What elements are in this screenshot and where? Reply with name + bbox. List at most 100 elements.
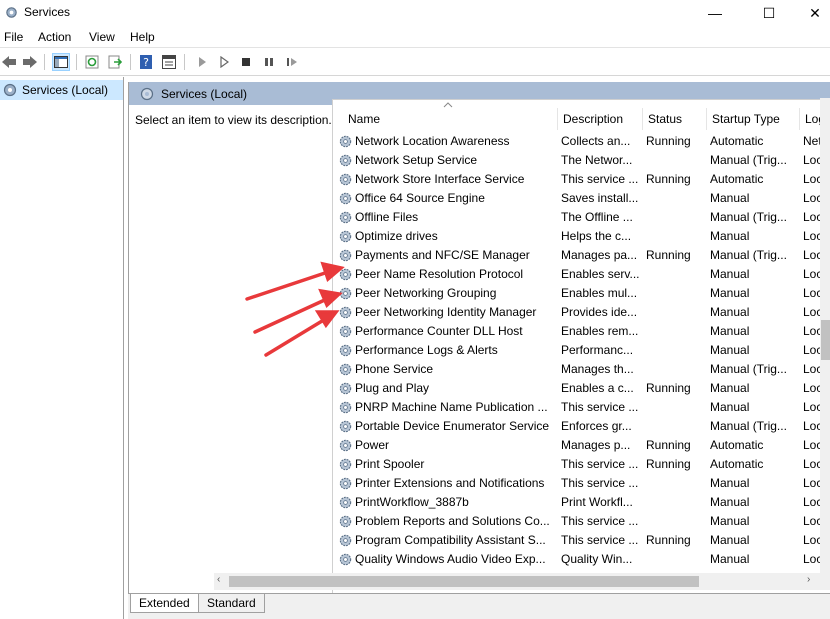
- cell-name: Peer Networking Grouping: [355, 286, 497, 300]
- table-row[interactable]: Phone Service Manages th... Manual (Trig..…: [333, 360, 823, 379]
- service-gear-icon: [339, 230, 352, 243]
- refresh-icon[interactable]: [83, 53, 101, 71]
- table-row[interactable]: Problem Reports and Solutions Co... This …: [333, 512, 823, 531]
- maximize-button[interactable]: ☐: [746, 0, 792, 26]
- cell-status: [646, 493, 706, 512]
- show-hide-console-tree-icon[interactable]: [52, 53, 70, 71]
- table-row[interactable]: Network Setup Service The Networ... Manual…: [333, 151, 823, 170]
- tab-standard[interactable]: Standard: [198, 594, 265, 613]
- table-row[interactable]: Power Manages p... Running Automatic Loc: [333, 436, 823, 455]
- service-gear-icon: [339, 173, 352, 186]
- table-row[interactable]: PrintWorkflow_3887b Print Workfl... Manual…: [333, 493, 823, 512]
- cell-name: Payments and NFC/SE Manager: [355, 248, 530, 262]
- cell-description: This service ...: [561, 533, 639, 547]
- column-header-description[interactable]: Description: [558, 108, 643, 130]
- cell-description: This service ...: [561, 457, 639, 471]
- column-header-name[interactable]: Name: [343, 108, 558, 130]
- services-gear-icon: [3, 83, 17, 97]
- vertical-scroll-thumb[interactable]: [821, 320, 830, 360]
- pane-header-title: Services (Local): [161, 86, 248, 101]
- cell-name: PNRP Machine Name Publication ...: [355, 400, 548, 414]
- service-gear-icon: [339, 363, 352, 376]
- stop-service-icon[interactable]: [237, 53, 255, 71]
- cell-startup-type: Manual: [710, 324, 750, 338]
- description-hint: Select an item to view its description.: [135, 113, 332, 127]
- menu-help[interactable]: Help: [130, 30, 155, 44]
- vertical-scrollbar[interactable]: [820, 98, 830, 573]
- cell-status: [646, 322, 706, 341]
- cell-startup-type: Automatic: [710, 457, 764, 471]
- export-list-icon[interactable]: [106, 53, 124, 71]
- cell-status: Running: [646, 381, 691, 395]
- menu-view[interactable]: View: [89, 30, 115, 44]
- cell-startup-type: Manual: [710, 400, 750, 414]
- cell-startup-type: Manual (Trig...: [710, 153, 787, 167]
- table-row[interactable]: Peer Name Resolution Protocol Enables ser…: [333, 265, 823, 284]
- cell-startup-type: Manual: [710, 495, 750, 509]
- start-service-icon[interactable]: [193, 53, 211, 71]
- toolbar-separator: [44, 54, 45, 70]
- service-gear-icon: [339, 401, 352, 414]
- cell-startup-type: Manual: [710, 191, 750, 205]
- help-icon[interactable]: ?: [137, 53, 155, 71]
- cell-startup-type: Manual: [710, 229, 750, 243]
- cell-description: Enforces gr...: [561, 419, 632, 433]
- service-gear-icon: [339, 192, 352, 205]
- cell-startup-type: Manual: [710, 267, 750, 281]
- close-button[interactable]: ✕: [792, 0, 830, 26]
- horizontal-scrollbar[interactable]: ‹ ›: [214, 573, 830, 590]
- scroll-left-icon[interactable]: ‹: [217, 574, 220, 585]
- cell-startup-type: Automatic: [710, 172, 764, 186]
- service-gear-icon: [339, 325, 352, 338]
- table-row[interactable]: Printer Extensions and Notifications This…: [333, 474, 823, 493]
- table-row[interactable]: Network Location Awareness Collects an...…: [333, 132, 823, 151]
- menu-file[interactable]: File: [4, 30, 23, 44]
- table-row[interactable]: Optimize drives Helps the c... Manual Loc: [333, 227, 823, 246]
- scroll-right-icon[interactable]: ›: [807, 574, 810, 585]
- table-row[interactable]: PNRP Machine Name Publication ... This se…: [333, 398, 823, 417]
- forward-arrow-icon[interactable]: [21, 53, 39, 71]
- cell-status: [646, 303, 706, 322]
- properties-icon[interactable]: [160, 53, 178, 71]
- service-gear-icon: [339, 496, 352, 509]
- cell-description: Helps the c...: [561, 229, 632, 243]
- service-gear-icon: [339, 439, 352, 452]
- column-header-status[interactable]: Status: [643, 108, 707, 130]
- cell-status: [646, 189, 706, 208]
- minimize-button[interactable]: —: [692, 0, 738, 26]
- cell-status: Running: [646, 457, 691, 471]
- cell-description: Collects an...: [561, 134, 631, 148]
- tree-item-services-local[interactable]: Services (Local): [0, 80, 123, 100]
- table-row[interactable]: Performance Counter DLL Host Enables rem.…: [333, 322, 823, 341]
- cell-name: Print Spooler: [355, 457, 425, 471]
- table-row[interactable]: Plug and Play Enables a c... Running Manual…: [333, 379, 823, 398]
- horizontal-scroll-thumb[interactable]: [229, 576, 699, 587]
- play-icon[interactable]: [215, 53, 233, 71]
- column-header-startup-type[interactable]: Startup Type: [707, 108, 800, 130]
- restart-service-icon[interactable]: [283, 53, 301, 71]
- pause-service-icon[interactable]: [260, 53, 278, 71]
- table-row[interactable]: Portable Device Enumerator Service Enforc…: [333, 417, 823, 436]
- table-row[interactable]: Program Compatibility Assistant S... This…: [333, 531, 823, 550]
- cell-status: [646, 474, 706, 493]
- cell-name: Power: [355, 438, 390, 452]
- table-row[interactable]: Office 64 Source Engine Saves install... M…: [333, 189, 823, 208]
- service-gear-icon: [339, 477, 352, 490]
- back-arrow-icon[interactable]: [0, 53, 18, 71]
- cell-description: Enables a c...: [561, 381, 634, 395]
- table-row[interactable]: Peer Networking Grouping Enables mul... Ma…: [333, 284, 823, 303]
- table-row[interactable]: Payments and NFC/SE Manager Manages pa...…: [333, 246, 823, 265]
- table-row[interactable]: Quality Windows Audio Video Exp... Qualit…: [333, 550, 823, 569]
- cell-description: This service ...: [561, 476, 639, 490]
- service-gear-icon: [339, 458, 352, 471]
- table-row[interactable]: Offline Files The Offline ... Manual (Trig…: [333, 208, 823, 227]
- table-row[interactable]: Network Store Interface Service This serv…: [333, 170, 823, 189]
- cell-description: Enables rem...: [561, 324, 639, 338]
- table-row[interactable]: Peer Networking Identity Manager Provides…: [333, 303, 823, 322]
- cell-startup-type: Manual: [710, 381, 750, 395]
- tab-extended[interactable]: Extended: [130, 594, 199, 613]
- table-row[interactable]: Performance Logs & Alerts Performanc... Ma…: [333, 341, 823, 360]
- table-row[interactable]: Print Spooler This service ... Running Auto…: [333, 455, 823, 474]
- cell-startup-type: Manual: [710, 476, 750, 490]
- menu-action[interactable]: Action: [38, 30, 71, 44]
